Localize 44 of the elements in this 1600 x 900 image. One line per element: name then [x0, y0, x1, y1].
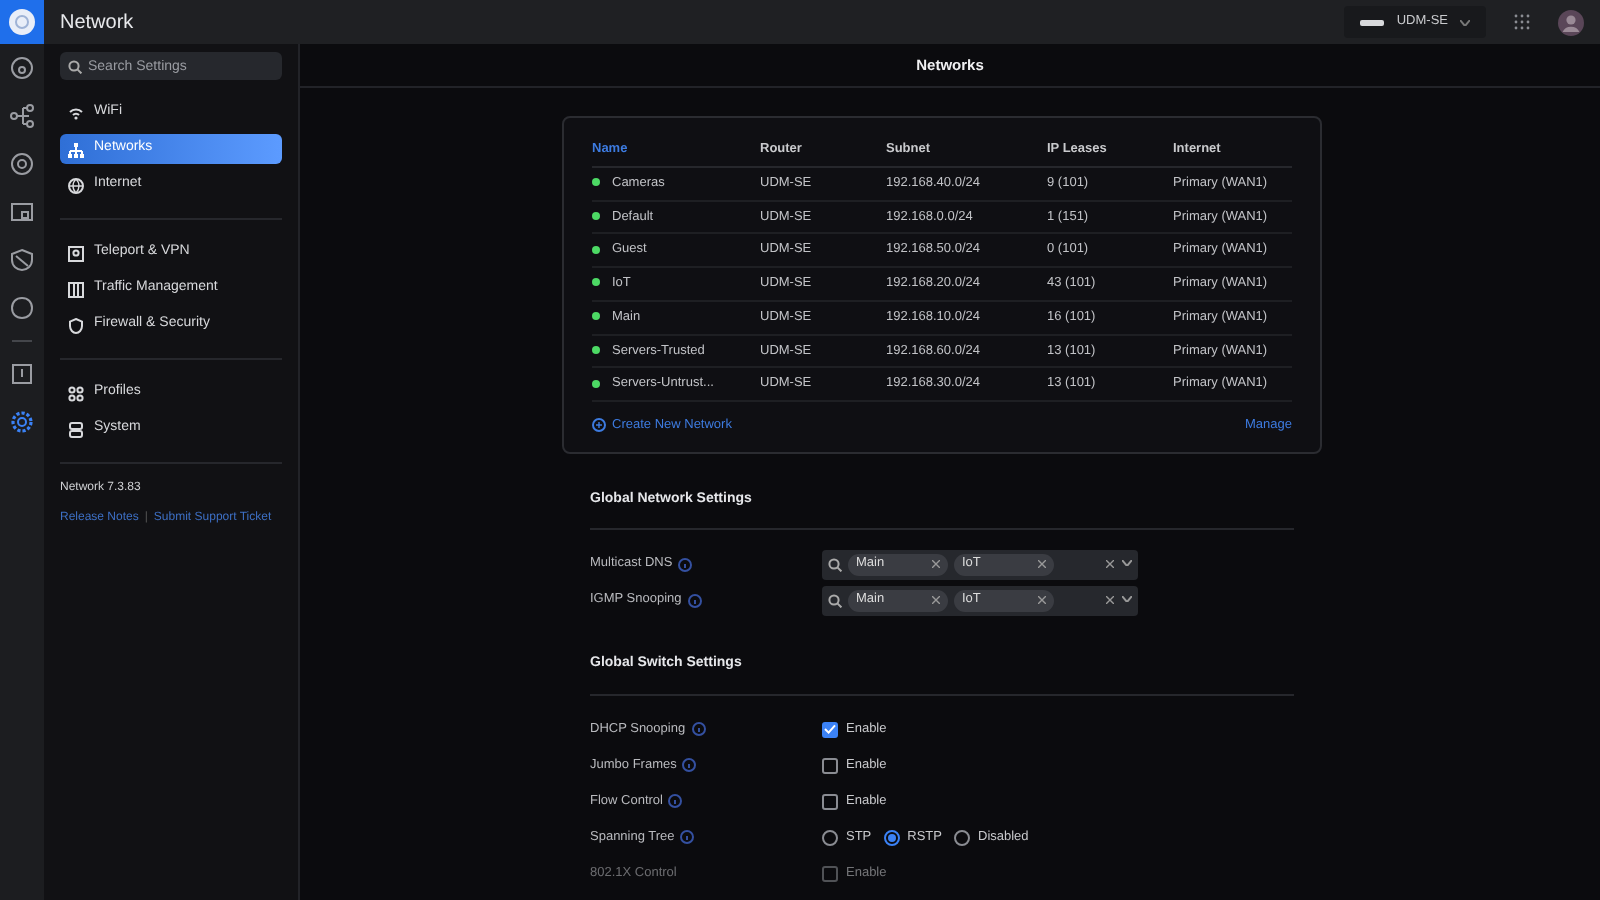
system-icon [68, 421, 84, 437]
remove-icon[interactable] [1038, 560, 1046, 569]
radio-button[interactable] [954, 829, 970, 846]
remove-icon[interactable] [932, 596, 940, 605]
globe-icon [68, 177, 84, 193]
wifi-icon [68, 105, 84, 121]
search-icon [828, 593, 842, 608]
shield-icon[interactable] [10, 248, 34, 272]
remove-icon[interactable] [932, 560, 940, 569]
caret-icon [1460, 19, 1470, 25]
screen-icon [68, 245, 84, 261]
clear-icon[interactable] [1106, 560, 1114, 569]
clear-icon[interactable] [1106, 596, 1114, 605]
plus-circle-icon [592, 418, 606, 433]
info-icon[interactable] [668, 794, 683, 809]
avatar-icon[interactable] [1558, 9, 1584, 35]
info-icon[interactable] [680, 830, 695, 845]
checkbox[interactable] [822, 721, 838, 738]
search-icon [828, 557, 842, 572]
dashboard-gauge-icon[interactable] [10, 56, 34, 80]
app-title: Network [60, 9, 134, 37]
info-icon[interactable] [682, 758, 697, 773]
topology-icon[interactable] [10, 104, 34, 128]
settings-icon[interactable] [10, 410, 34, 434]
alert-panel-icon[interactable] [10, 362, 34, 386]
caret-icon[interactable] [1122, 560, 1132, 567]
apps-grid-icon[interactable] [1514, 14, 1530, 30]
shield-icon [68, 317, 84, 333]
caret-icon[interactable] [1122, 596, 1132, 603]
logo-icon[interactable] [8, 8, 36, 36]
info-icon[interactable] [691, 722, 706, 737]
remove-icon[interactable] [1038, 596, 1046, 605]
checkbox[interactable] [822, 793, 838, 810]
device-icon [1360, 19, 1385, 25]
target-icon[interactable] [10, 152, 34, 176]
radio-button[interactable] [883, 829, 900, 846]
checkbox[interactable] [822, 757, 838, 774]
radio-button[interactable] [822, 829, 838, 846]
panel-icon [68, 281, 84, 297]
profiles-icon [68, 385, 84, 401]
info-icon[interactable] [678, 557, 693, 572]
monitor-icon[interactable] [10, 200, 34, 224]
info-icon[interactable] [687, 593, 702, 608]
network-tree-icon [68, 141, 84, 157]
